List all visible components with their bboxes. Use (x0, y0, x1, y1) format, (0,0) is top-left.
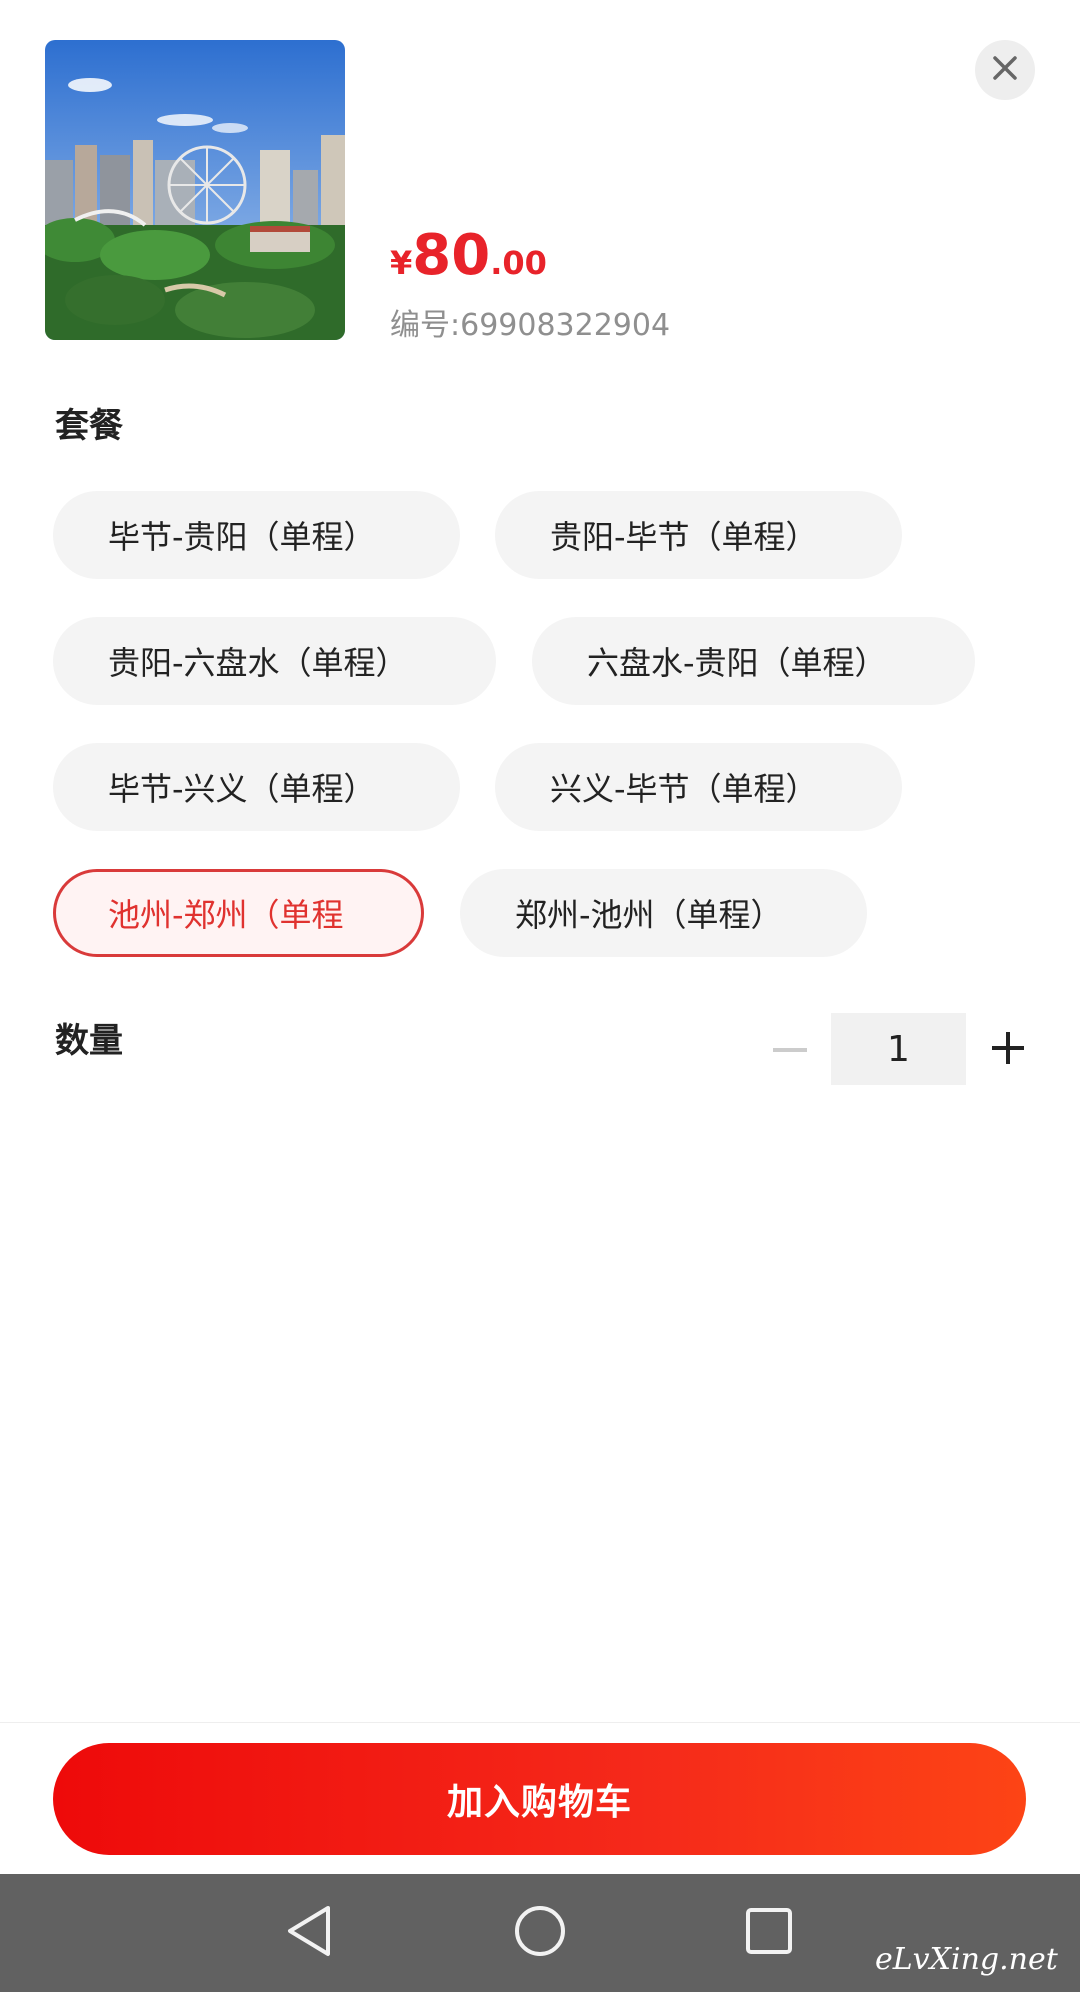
watermark-text: eLvXing.net (875, 1942, 1058, 1977)
sku-sheet: ¥80.00 编号:69908322904 套餐 毕节-贵阳（单程） 贵阳-毕节… (0, 0, 1080, 1874)
close-button[interactable] (975, 40, 1035, 100)
nav-back-button[interactable] (276, 1900, 342, 1966)
product-price: ¥80.00 (390, 228, 547, 284)
price-integer: 80 (412, 223, 491, 288)
quantity-increase-button[interactable] (988, 1030, 1028, 1070)
close-icon (992, 55, 1018, 85)
product-photo (45, 40, 345, 340)
quantity-decrease-button[interactable] (770, 1032, 810, 1062)
package-option[interactable]: 六盘水-贵阳（单程） (532, 617, 975, 705)
price-symbol: ¥ (390, 244, 413, 282)
home-circle-icon (513, 1904, 567, 1962)
package-option-selected[interactable]: 池州-郑州（单程 (53, 869, 424, 957)
product-code-value: 69908322904 (460, 308, 671, 343)
plus-icon (992, 1032, 1024, 1068)
price-decimal: .00 (490, 244, 547, 282)
nav-home-button[interactable] (507, 1900, 573, 1966)
minus-icon (773, 1038, 807, 1057)
nav-recent-button[interactable] (736, 1900, 802, 1966)
footer-divider (0, 1722, 1080, 1723)
package-option[interactable]: 贵阳-毕节（单程） (495, 491, 902, 579)
product-code-label: 编号 (390, 308, 450, 343)
back-triangle-icon (284, 1904, 334, 1962)
package-option[interactable]: 郑州-池州（单程） (460, 869, 867, 957)
product-image (45, 40, 345, 340)
package-option[interactable]: 毕节-兴义（单程） (53, 743, 460, 831)
add-to-cart-button[interactable]: 加入购物车 (53, 1743, 1026, 1855)
quantity-title: 数量 (55, 1021, 123, 1061)
package-option[interactable]: 贵阳-六盘水（单程） (53, 617, 496, 705)
package-option[interactable]: 毕节-贵阳（单程） (53, 491, 460, 579)
package-option[interactable]: 兴义-毕节（单程） (495, 743, 902, 831)
product-code-separator: : (450, 308, 461, 343)
package-title: 套餐 (55, 406, 123, 446)
quantity-stepper[interactable]: 1 (831, 1013, 966, 1085)
recent-square-icon (744, 1906, 794, 1960)
product-code: 编号:69908322904 (390, 300, 670, 344)
